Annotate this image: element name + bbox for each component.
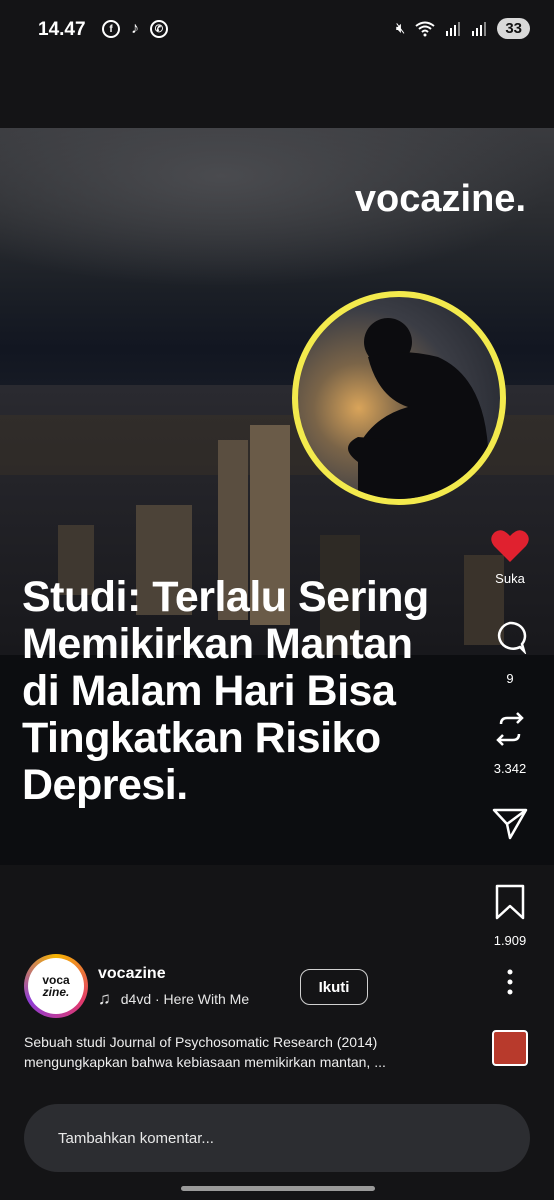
send-icon [492,808,528,840]
comment-input[interactable]: Tambahkan komentar... [24,1104,530,1172]
caption-line: mengungkapkan bahwa kebiasaan memikirkan… [24,1054,386,1070]
music-note-icon: ♫ [98,989,111,1008]
avatar[interactable]: voca zine. [24,954,88,1018]
save-count: 1.909 [493,933,527,948]
repost-button[interactable]: 3.342 [480,710,540,776]
brand-wordmark: vocazine. [354,178,526,220]
like-label: Suka [495,571,525,586]
follow-button[interactable]: Ikuti [300,969,368,1005]
status-time: 14.47 [38,19,86,40]
battery-indicator: 33 [497,18,530,39]
signal-icon-2 [472,21,487,36]
status-app-icons: f ♪ ✆ [102,20,168,38]
music-thumbnail[interactable] [492,1030,528,1066]
headline-line: Studi: Terlalu Sering [22,573,429,621]
post-image[interactable]: vocazine. Studi: Terlalu Sering Memikirk… [0,128,554,865]
like-button[interactable]: Suka [480,528,540,586]
tiktok-icon: ♪ [131,20,139,37]
avatar-inner: voca zine. [28,958,84,1014]
heart-icon [491,530,529,562]
headline-line: Memikirkan Mantan [22,620,413,668]
song-title: d4vd · Here With Me [120,991,250,1007]
facebook-icon: f [102,20,120,38]
repost-count: 3.342 [493,761,527,776]
headline-line: Tingkatkan Risiko [22,714,381,762]
share-button[interactable] [480,806,540,843]
wifi-icon [415,21,435,36]
status-right: 🔇︎ 33 [396,18,530,39]
status-bar: 14.47 f ♪ ✆ 🔇︎ 33 [0,0,554,62]
bookmark-icon [495,884,525,920]
headline-line: di Malam Hari Bisa [22,667,396,715]
username[interactable]: vocazine [98,965,166,983]
more-options-icon[interactable] [500,968,520,996]
save-button[interactable]: 1.909 [480,884,540,948]
headline-line: Depresi. [22,761,188,809]
avatar-text: zine. [42,985,70,999]
person-photo-circle [292,291,506,505]
mute-icon: 🔇︎ [395,20,406,37]
headline: Studi: Terlalu Sering Memikirkan Mantan … [22,574,522,809]
caption-line: Sebuah studi Journal of Psychosomatic Re… [24,1034,378,1050]
comment-placeholder: Tambahkan komentar... [58,1129,214,1147]
comment-count: 9 [506,671,514,686]
comment-button[interactable]: 9 [480,620,540,686]
whatsapp-icon: ✆ [150,20,168,38]
repost-icon [496,712,524,746]
song-row[interactable]: ♫ d4vd · Here With Me [98,989,249,1009]
caption[interactable]: Sebuah studi Journal of Psychosomatic Re… [24,1032,464,1072]
comment-icon [497,621,527,656]
sad-person-silhouette [348,318,488,499]
home-indicator[interactable] [181,1186,375,1191]
signal-icon [446,21,461,36]
